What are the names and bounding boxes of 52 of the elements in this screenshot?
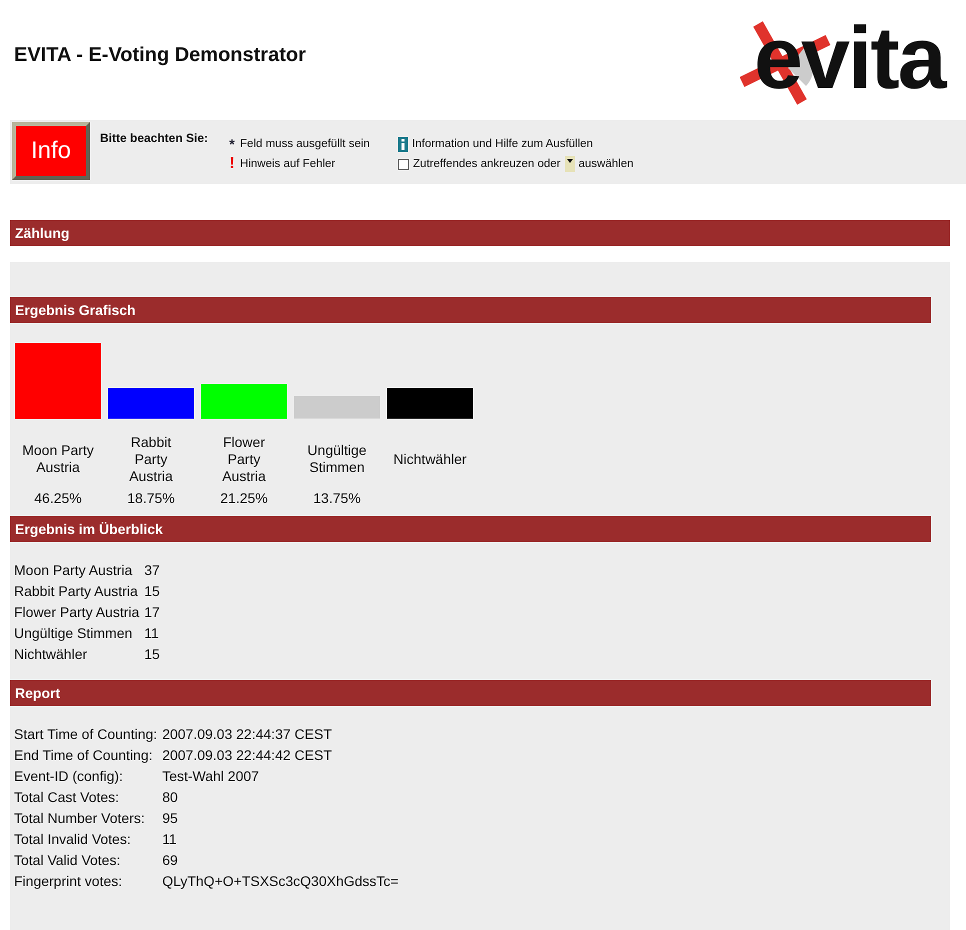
report-value: 11 [162,831,178,847]
report-value: 69 [162,852,179,868]
category-label: Nichtwähler [393,450,467,468]
category-label: Flower Party Austria [221,432,267,486]
vote-count: 15 [144,583,161,599]
party-name: Ungültige Stimmen [14,625,134,641]
percent-label: 46.25% [34,490,82,506]
report-value: 2007.09.03 22:44:42 CEST [162,747,333,763]
category-label: Moon Party Austria [21,441,95,477]
party-name: Nichtwähler [14,646,88,662]
party-name: Moon Party Austria [14,562,134,578]
legend-text: auswählen [578,158,634,170]
percent-label: 18.75% [127,490,175,506]
report-label: Total Number Voters: [14,810,146,826]
report-label: Start Time of Counting: [14,726,158,742]
section-header: Ergebnis Grafisch [10,297,931,323]
report-label: Total Valid Votes: [14,852,122,868]
report-value: 80 [162,789,179,805]
dropdown-icon [564,156,574,172]
vote-count: 15 [144,646,161,662]
legend-text: Hinweis auf Fehler [240,158,336,170]
report-label: End Time of Counting: [14,747,154,763]
report-value: 95 [162,810,179,826]
report-label: Total Invalid Votes: [14,831,132,847]
info-icon [398,136,408,152]
checkbox-icon [398,158,410,170]
party-name: Rabbit Party Austria [14,583,139,599]
info-button[interactable]: Info [12,122,90,180]
page-title: EVITA - E-Voting Demonstrator [14,44,306,66]
percent-label: 13.75% [313,490,361,506]
section-header: Zählung [10,220,950,246]
report-label: Fingerprint votes: [14,873,124,889]
report-value: 2007.09.03 22:44:37 CEST [162,726,333,742]
section-header: Report [10,680,931,706]
percent-label: 21.25% [220,490,268,506]
section-header: Ergebnis im Überblick [10,516,931,542]
notice-heading: Bitte beachten Sie: [100,131,208,145]
category-label: Ungültige Stimmen [306,441,368,477]
party-name: Flower Party Austria [14,604,140,620]
category-label: Rabbit Party Austria [128,432,174,486]
legend-text: Zutreffendes ankreuzen oder [413,158,560,170]
report-value: QLyThQ+O+TSXSc3cQ30XhGdssTc= [162,873,400,889]
report-label: Total Cast Votes: [14,789,120,805]
legend-text: Information und Hilfe zum Ausfüllen [412,138,593,150]
vote-count: 37 [144,562,161,578]
report-value: Test-Wahl 2007 [162,768,260,784]
vote-count: 17 [144,604,161,620]
exclamation-icon: ! [228,155,236,173]
report-label: Event-ID (config): [14,768,124,784]
legend-text: Feld muss ausgefüllt sein [240,138,370,150]
vote-count: 11 [144,625,160,641]
asterisk-icon: * [228,136,236,152]
